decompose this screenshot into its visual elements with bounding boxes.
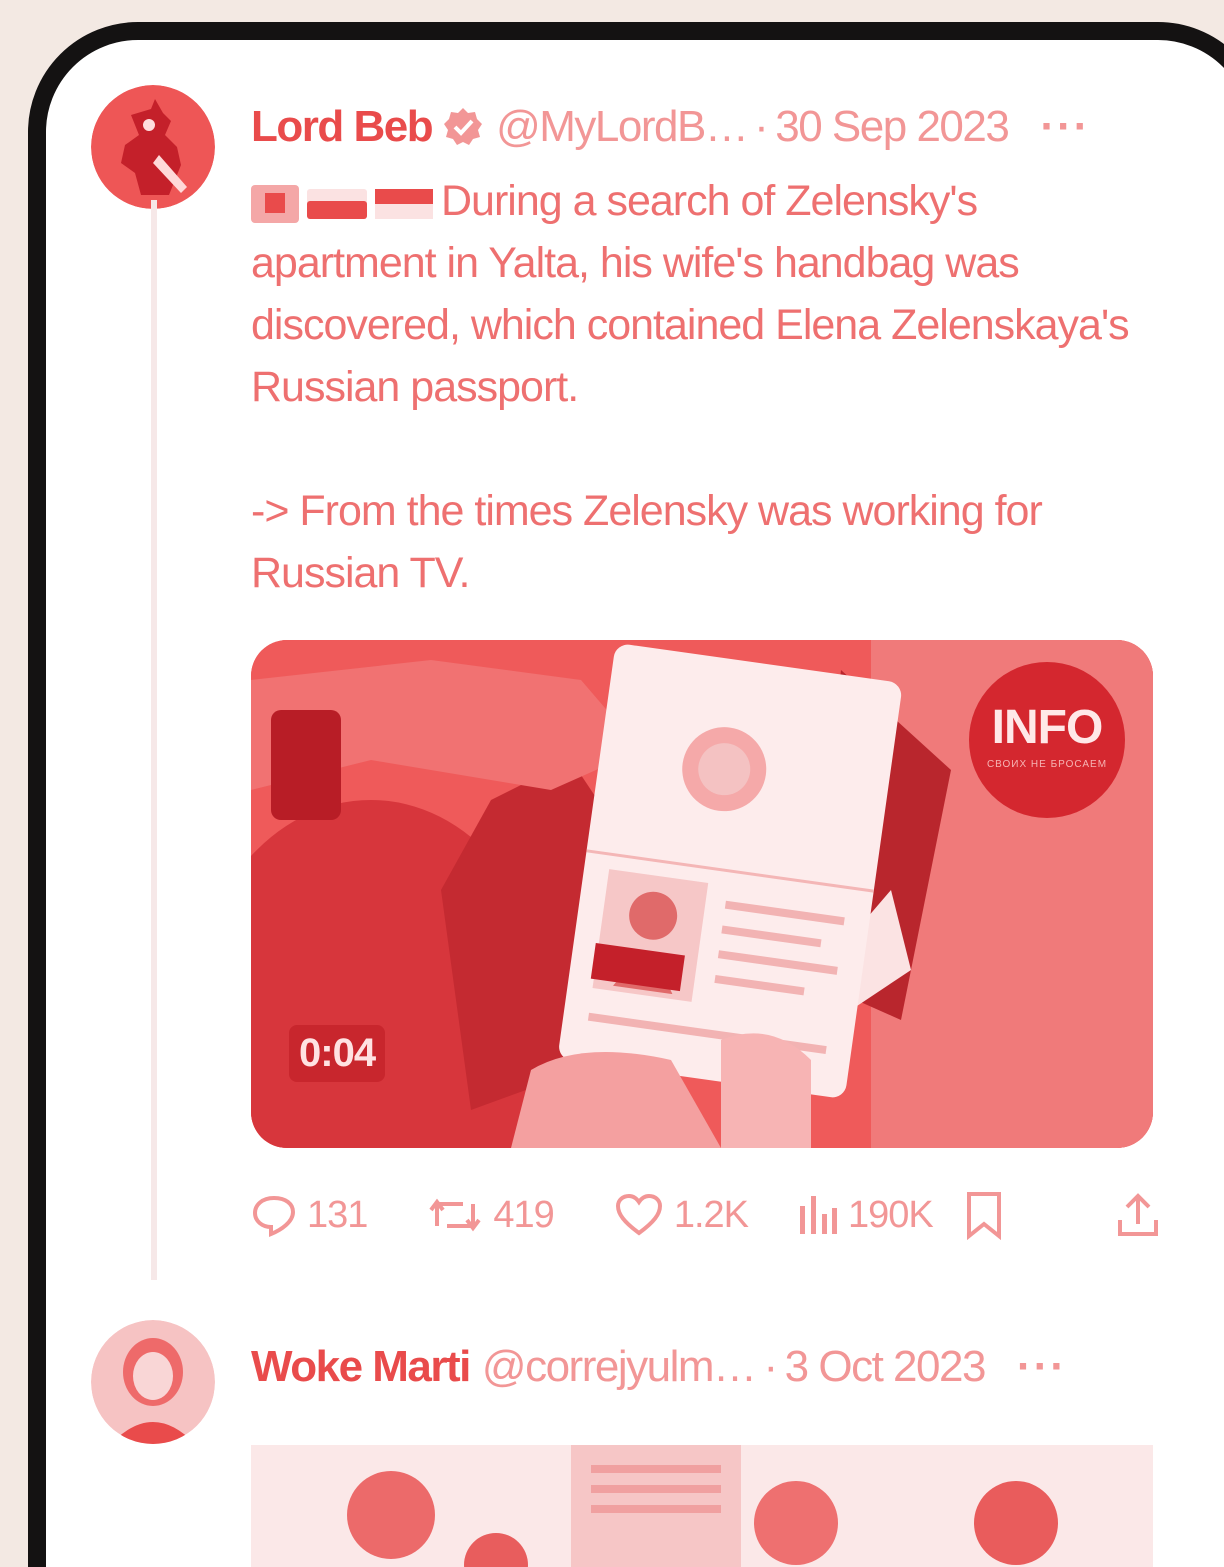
avatar[interactable] <box>91 85 215 209</box>
author-name[interactable]: Woke Marti <box>251 1342 471 1392</box>
author-name[interactable]: Lord Beb <box>251 102 434 152</box>
author-handle[interactable]: @MyLordB… <box>496 102 746 152</box>
flag-icon <box>375 188 433 219</box>
views-button[interactable]: 190K <box>796 1192 934 1238</box>
reply-icon <box>252 1195 296 1237</box>
bookmark-button[interactable] <box>963 1190 1005 1240</box>
repost-icon <box>429 1198 482 1232</box>
flag-icon <box>307 188 367 219</box>
separator-dot: · <box>763 1342 779 1391</box>
bookmark-icon <box>966 1192 1001 1240</box>
like-count: 1.2K <box>673 1193 749 1236</box>
like-button[interactable]: 1.2K <box>614 1192 749 1238</box>
flag-emojis <box>251 183 433 225</box>
avatar[interactable] <box>91 1320 215 1444</box>
heart-icon <box>615 1193 662 1236</box>
share-button[interactable] <box>1115 1190 1161 1240</box>
tweet-header: Lord Beb @MyLordB… · 30 Sep 2023 ··· <box>251 102 1090 152</box>
reply-button[interactable]: 131 <box>251 1192 368 1238</box>
views-icon <box>799 1196 837 1234</box>
more-options-icon[interactable]: ··· <box>1017 1342 1067 1392</box>
phone-frame: Lord Beb @MyLordB… · 30 Sep 2023 ··· Dur… <box>28 22 1224 1567</box>
info-channel-logo: INFO СВОИХ НЕ БРОСАЕМ <box>969 662 1125 818</box>
post-date[interactable]: 30 Sep 2023 <box>775 102 1010 152</box>
thread-line <box>151 200 157 1280</box>
info-logo-text: INFO <box>991 701 1104 754</box>
verified-badge-icon <box>442 106 484 148</box>
repost-button[interactable]: 419 <box>427 1192 555 1238</box>
flag-icon <box>251 184 299 223</box>
group-photo-illustration <box>251 1445 1153 1567</box>
more-options-icon[interactable]: ··· <box>1040 102 1090 152</box>
reply-count: 131 <box>307 1193 368 1236</box>
video-thumbnail[interactable]: 0:04 INFO СВОИХ НЕ БРОСАЕМ <box>251 640 1153 1148</box>
info-logo-subtext: СВОИХ НЕ БРОСАЕМ <box>986 759 1108 770</box>
repost-count: 419 <box>493 1193 554 1236</box>
video-duration: 0:04 <box>289 1025 386 1082</box>
tweet-image[interactable] <box>251 1445 1153 1567</box>
separator-dot: · <box>754 102 769 151</box>
tweet-text: During a search of Zelensky's apartment … <box>251 170 1171 604</box>
tweet-header: Woke Marti @correjyulm… · 3 Oct 2023 ··· <box>251 1342 1067 1392</box>
author-handle[interactable]: @correjyulm… <box>482 1342 756 1392</box>
tweet-card[interactable]: Woke Marti @correjyulm… · 3 Oct 2023 ··· <box>46 1310 1224 1567</box>
tweet-actions: 131 419 1.2K 190K <box>251 1190 1161 1240</box>
tweet-text-paragraph-2: -> From the times Zelensky was working f… <box>251 487 1043 597</box>
view-count: 190K <box>847 1193 934 1236</box>
share-icon <box>1118 1193 1158 1236</box>
post-date[interactable]: 3 Oct 2023 <box>785 1342 987 1392</box>
tweet-card[interactable]: Lord Beb @MyLordB… · 30 Sep 2023 ··· Dur… <box>46 40 1224 1310</box>
